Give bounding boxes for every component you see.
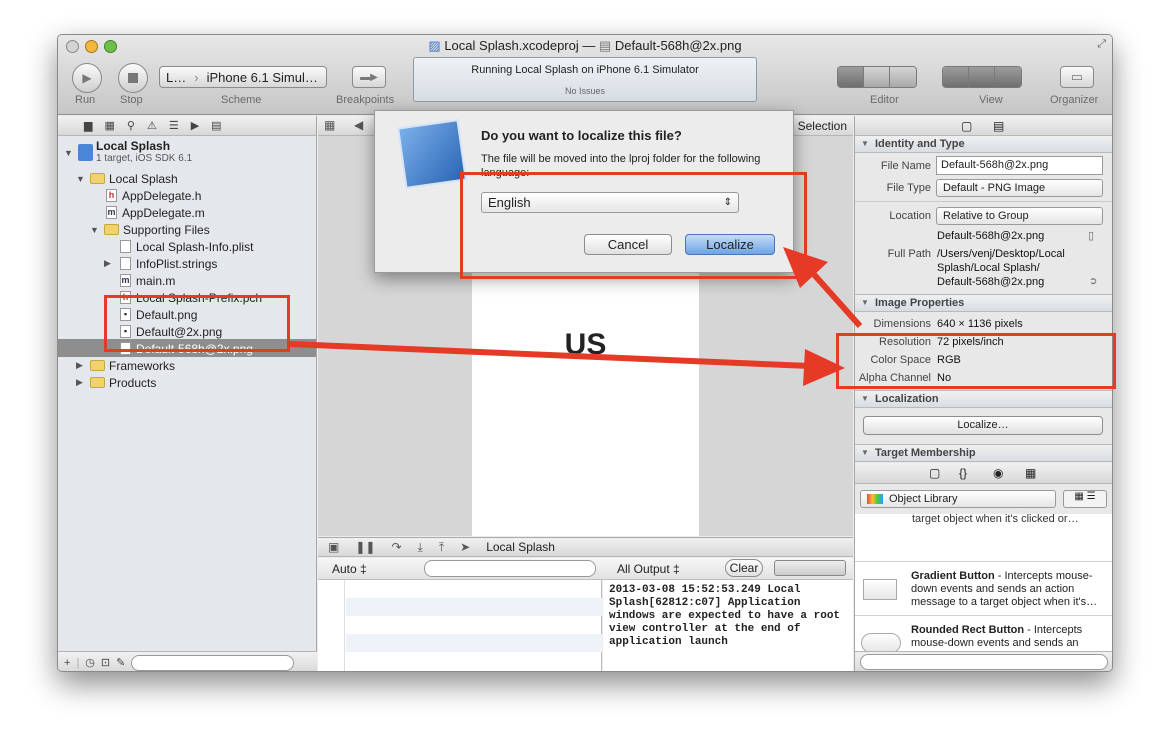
arrow-head-right [803,349,845,386]
annotation-arrows [289,247,863,386]
